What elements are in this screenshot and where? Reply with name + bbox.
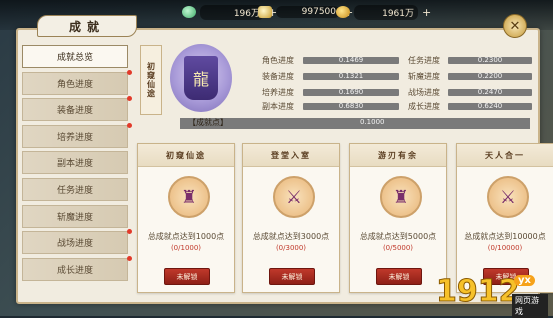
stat-demon-bar: 0.2200 (448, 72, 532, 80)
gold-icon (336, 6, 350, 18)
sidebar-item-cultivation[interactable]: 培养进度 (22, 122, 132, 148)
red-dot-icon (127, 122, 132, 128)
sidebar-item-label: 斩魔进度 (56, 212, 93, 223)
card-progress: (0/3000) (275, 244, 307, 252)
stat-role-bar: 0.1469 (303, 56, 399, 64)
achievement-points-bar: 【成就点】 0.1000 (180, 118, 530, 129)
close-icon: ✕ (509, 18, 521, 34)
stat-role-label: 角色进度 (262, 56, 294, 65)
red-dot-icon (127, 255, 132, 261)
card-desc: 总成就点达到10000点 (464, 232, 546, 241)
card-title: 登堂入室 (243, 144, 339, 167)
sidebar-item-demon[interactable]: 斩魔进度 (22, 204, 128, 228)
stat-battle-label: 战场进度 (408, 88, 440, 97)
card-progress: (0/10000) (487, 244, 523, 252)
unlock-button[interactable]: 未解锁 (376, 268, 422, 285)
card-title: 游刃有余 (350, 144, 446, 167)
card-progress: (0/5000) (382, 244, 414, 252)
armor-icon: ♜ (168, 176, 210, 218)
stat-growth-value: 0.6240 (477, 102, 503, 110)
silver-value: 997500 (276, 6, 340, 18)
armor-icon: ♜ (380, 176, 422, 218)
sword-icon: ⚔ (487, 176, 529, 218)
achievement-card: 天人合一 ⚔ 总成就点达到10000点 (0/10000) 未解锁 (456, 143, 553, 293)
sidebar-item-label: 成就总览 (56, 53, 93, 63)
stat-demon-label: 斩魔进度 (408, 72, 440, 81)
sidebar-item-label: 角色进度 (56, 79, 93, 90)
watermark-sub: 网页游戏 (512, 294, 548, 318)
silver-icon (258, 6, 272, 18)
rank-emblem: 龍 (170, 44, 232, 112)
sidebar: 成就总览 角色进度 装备进度 培养进度 副本进度 任务进度 斩魔进度 战场进度 … (22, 45, 132, 284)
stat-cultivate-value: 0.1690 (338, 88, 364, 96)
sidebar-item-label: 副本进度 (56, 159, 93, 170)
sidebar-item-label: 成长进度 (56, 265, 93, 276)
watermark-big: 1912 (436, 274, 520, 310)
sidebar-item-label: 战场进度 (56, 239, 93, 250)
dragon-flag-icon: 龍 (184, 56, 218, 100)
stat-growth-bar: 0.6240 (448, 102, 532, 110)
jade-value: 196万 (200, 4, 264, 20)
panel-title: 成就 (37, 15, 137, 37)
sidebar-item-task[interactable]: 任务进度 (22, 177, 128, 201)
jade-icon (182, 6, 196, 18)
panel-title-text: 成就 (68, 19, 105, 34)
achievement-card: 初窥仙途 ♜ 总成就点达到1000点 (0/1000) 未解锁 (137, 143, 235, 293)
card-title: 天人合一 (457, 144, 553, 167)
stat-task-label: 任务进度 (408, 56, 440, 65)
sidebar-item-equipment[interactable]: 装备进度 (22, 96, 132, 122)
sword-icon: ⚔ (273, 176, 315, 218)
sidebar-item-battlefield[interactable]: 战场进度 (22, 229, 132, 255)
stat-battle-value: 0.2470 (477, 88, 503, 96)
sidebar-item-role[interactable]: 角色进度 (22, 69, 132, 95)
achievement-points-label: 【成就点】 (188, 118, 228, 127)
sidebar-item-label: 装备进度 (56, 106, 93, 117)
watermark-logo: 1912 yx 网页游戏 (436, 272, 548, 318)
card-desc: 总成就点达到5000点 (359, 232, 437, 241)
unlock-button[interactable]: 未解锁 (164, 268, 210, 285)
stat-equip-bar: 0.1321 (303, 72, 399, 80)
rank-banner: 初窥仙途 (140, 45, 162, 115)
stat-task-bar: 0.2300 (448, 56, 532, 64)
stat-battle-bar: 0.2470 (448, 88, 532, 96)
stat-dungeon-bar: 0.6830 (303, 102, 399, 110)
unlock-button[interactable]: 未解锁 (269, 268, 315, 285)
achievement-points-value: 0.1000 (360, 118, 385, 126)
card-desc: 总成就点达到3000点 (252, 232, 330, 241)
achievement-card: 登堂入室 ⚔ 总成就点达到3000点 (0/3000) 未解锁 (242, 143, 340, 293)
stat-cultivate-label: 培养进度 (262, 88, 294, 97)
gold-currency: 1961万 + (336, 4, 431, 20)
stat-equip-value: 0.1321 (338, 72, 364, 80)
stat-role-value: 0.1469 (338, 56, 364, 64)
stat-dungeon-label: 副本进度 (262, 102, 294, 111)
stat-equip-label: 装备进度 (262, 72, 294, 81)
sidebar-item-dungeon[interactable]: 副本进度 (22, 151, 128, 175)
achievement-card: 游刃有余 ♜ 总成就点达到5000点 (0/5000) 未解锁 (349, 143, 447, 293)
close-button[interactable]: ✕ (503, 14, 527, 38)
stat-task-value: 0.2300 (477, 56, 503, 64)
watermark-yx: yx (514, 275, 535, 286)
stat-dungeon-value: 0.6830 (338, 102, 364, 110)
stat-growth-label: 成长进度 (408, 102, 440, 111)
stat-demon-value: 0.2200 (477, 72, 503, 80)
card-title: 初窥仙途 (138, 144, 234, 167)
card-progress: (0/1000) (170, 244, 202, 252)
gold-add-button[interactable]: + (422, 6, 431, 19)
sidebar-item-overview[interactable]: 成就总览 (22, 45, 128, 68)
gold-value: 1961万 (354, 4, 418, 20)
stat-cultivate-bar: 0.1690 (303, 88, 399, 96)
sidebar-item-growth[interactable]: 成长进度 (22, 255, 132, 281)
sidebar-item-label: 培养进度 (56, 132, 93, 143)
card-desc: 总成就点达到1000点 (147, 232, 225, 241)
red-dot-icon (127, 69, 132, 75)
sidebar-item-label: 任务进度 (56, 185, 93, 196)
